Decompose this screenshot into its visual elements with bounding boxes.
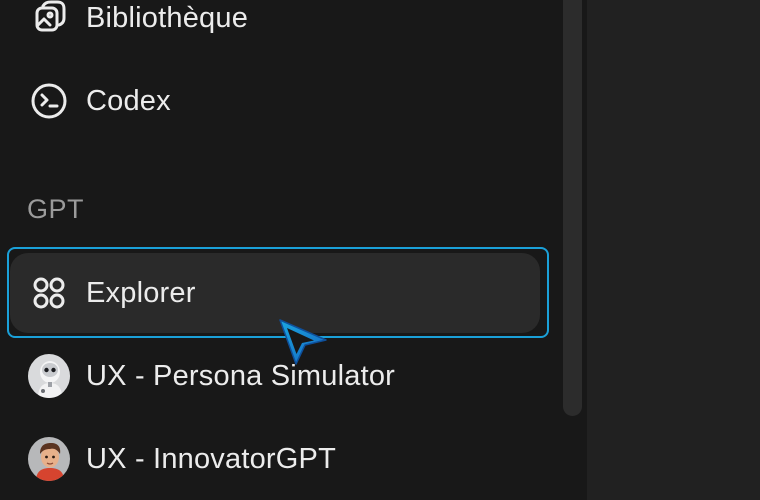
sidebar-item-innovator-label: UX - InnovatorGPT bbox=[86, 442, 336, 475]
sidebar-item-explore-gpts[interactable]: Explorer bbox=[10, 253, 540, 333]
avatar bbox=[28, 437, 70, 481]
sidebar-item-codex[interactable]: Codex bbox=[10, 61, 540, 141]
sidebar-item-codex-label: Codex bbox=[86, 84, 171, 117]
sidebar-item-library-label: Bibliothèque bbox=[86, 1, 249, 34]
gpt-section-heading: GPT bbox=[27, 194, 85, 224]
app-window: Bibliothèque Codex GPT Explorer UX - Per… bbox=[0, 0, 760, 500]
terminal-icon bbox=[28, 80, 70, 122]
sidebar-item-persona-label: UX - Persona Simulator bbox=[86, 359, 396, 392]
avatar bbox=[28, 354, 70, 398]
main-content-area bbox=[587, 0, 760, 500]
sidebar: Bibliothèque Codex GPT Explorer UX - Per… bbox=[0, 0, 587, 500]
robot-avatar-icon bbox=[28, 354, 70, 398]
sidebar-scrollbar[interactable] bbox=[563, 0, 582, 416]
sidebar-item-gpt-innovator[interactable]: UX - InnovatorGPT bbox=[10, 419, 540, 499]
sidebar-item-explore-label: Explorer bbox=[86, 276, 196, 309]
library-icon bbox=[28, 0, 70, 39]
person-avatar-icon bbox=[28, 437, 70, 481]
grid-dots-icon bbox=[28, 272, 70, 314]
sidebar-item-library[interactable]: Bibliothèque bbox=[10, 0, 540, 58]
sidebar-item-gpt-persona-simulator[interactable]: UX - Persona Simulator bbox=[10, 336, 540, 416]
